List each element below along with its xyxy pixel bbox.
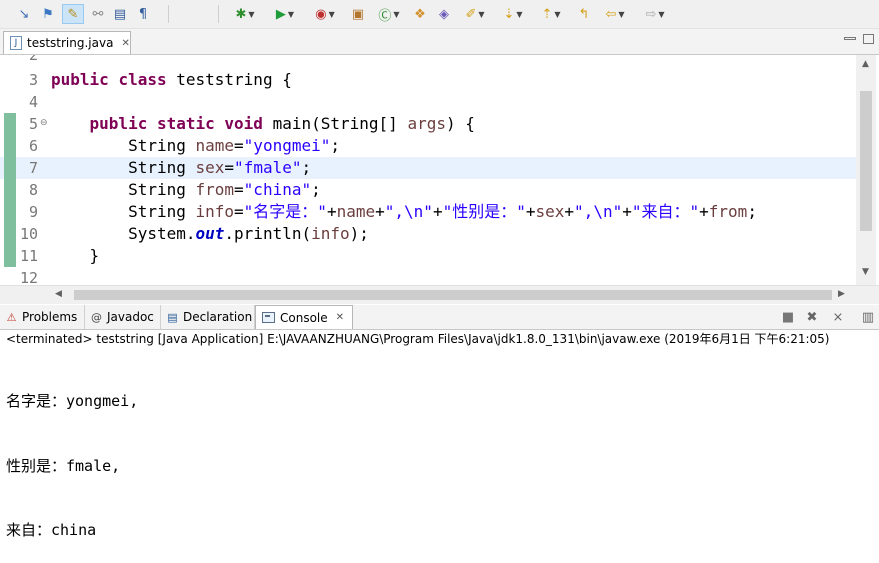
tab-label: Javadoc: [107, 310, 154, 324]
change-ruler: [4, 135, 16, 157]
change-ruler: [4, 201, 16, 223]
line-number: 10: [19, 225, 38, 243]
line-number: 6: [28, 137, 38, 155]
vertical-scrollbar[interactable]: ▲ ▼: [856, 55, 876, 285]
line-number: 11: [19, 247, 38, 265]
highlight-icon[interactable]: ✎: [62, 4, 84, 24]
scroll-right-icon[interactable]: ▶: [838, 289, 845, 299]
tab-problems[interactable]: ⚠ Problems: [0, 305, 85, 329]
code-text: String info="名字是："+name+",\n"+"性别是："+sex…: [51, 202, 757, 221]
tab-javadoc[interactable]: @ Javadoc: [85, 305, 161, 329]
bottom-view-tabbar: ⚠ Problems @ Javadoc ▤ Declaration Conso…: [0, 305, 879, 330]
tab-label: Problems: [22, 310, 78, 324]
code-text: public static void main(String[] args) {: [89, 114, 475, 133]
code-text: }: [51, 246, 100, 265]
change-ruler: [4, 223, 16, 245]
line-number: 8: [28, 181, 38, 199]
code-text: String from="china";: [51, 180, 321, 199]
code-line: 12: [0, 267, 856, 285]
debug-icon[interactable]: ✱ ▼: [228, 4, 262, 24]
console-status-line: <terminated> teststring [Java Applicatio…: [6, 332, 830, 346]
code-line: 6 String name="yongmei";: [0, 135, 856, 157]
horizontal-scrollbar[interactable]: ◀ ▶: [0, 285, 879, 304]
previous-annotation-icon[interactable]: ⇡ ▼: [534, 4, 568, 24]
new-java-project-icon[interactable]: ▣: [348, 4, 368, 24]
close-icon[interactable]: ✕: [336, 312, 344, 323]
toggle-breakpoint-icon[interactable]: ⚑: [38, 4, 58, 24]
code-text: public class teststring {: [51, 70, 292, 89]
scroll-up-icon[interactable]: ▲: [862, 59, 869, 69]
console-line: 性别是：fmale,: [6, 456, 121, 475]
code-line: 3 public class teststring {: [0, 69, 856, 91]
java-file-icon: J: [10, 36, 22, 50]
coverage-icon[interactable]: ◉ ▼: [306, 4, 344, 24]
scroll-down-icon[interactable]: ▼: [862, 267, 869, 277]
code-editor[interactable]: 2 3 public class teststring { 4 5 ⊖ publ…: [0, 55, 856, 285]
link-icon[interactable]: ⚯: [88, 4, 108, 24]
code-line: 11 }: [0, 245, 856, 267]
remove-launch-icon[interactable]: ✖: [802, 308, 822, 326]
editor-tab-teststring[interactable]: J teststring.java ✕: [3, 31, 131, 54]
main-toolbar: ↘ ⚑ ✎ ⚯ ▤ ¶ ✱ ▼ ▶ ▼ ◉ ▼ ▣ Ⓒ ▼ ❖ ◈ ✐ ▼ ⇣ ▼ ⇡ ▼ ↰…: [0, 0, 879, 29]
tab-label: Console: [280, 310, 328, 325]
current-line: 7 String sex="fmale";: [0, 157, 856, 179]
clear-console-icon[interactable]: ▥: [858, 308, 878, 326]
editor-tabbar: J teststring.java ✕: [0, 29, 879, 55]
console-output[interactable]: 名字是：yongmei, 性别是：fmale, 来自：china: [6, 348, 138, 563]
line-number: 9: [28, 203, 38, 221]
next-annotation-icon[interactable]: ⇣ ▼: [496, 4, 530, 24]
declaration-icon: ▤: [167, 310, 178, 324]
line-number: 12: [19, 269, 38, 285]
terminate-icon[interactable]: ■: [778, 308, 798, 326]
block-selection-icon[interactable]: ▤: [110, 4, 130, 24]
run-icon[interactable]: ▶ ▼: [268, 4, 302, 24]
new-class-icon[interactable]: Ⓒ ▼: [372, 4, 406, 24]
line-number: 4: [28, 93, 38, 111]
minimize-icon[interactable]: [844, 37, 856, 40]
console-line: 名字是：yongmei,: [6, 392, 139, 410]
line-number: 3: [28, 71, 38, 89]
code-line: 9 String info="名字是："+name+",\n"+"性别是："+s…: [0, 201, 856, 223]
line-number: 5: [28, 115, 38, 133]
tab-console[interactable]: Console ✕: [255, 305, 353, 329]
code-line: 5 ⊖ public static void main(String[] arg…: [0, 113, 856, 135]
editor-tab-label: teststring.java: [27, 36, 114, 50]
code-line: 4: [0, 91, 856, 113]
search-icon[interactable]: ✐ ▼: [456, 4, 494, 24]
javadoc-icon: @: [91, 310, 102, 324]
last-edit-icon[interactable]: ↰: [574, 4, 594, 24]
forward-icon[interactable]: ⇨ ▼: [638, 4, 672, 24]
problems-icon: ⚠: [6, 310, 17, 324]
change-ruler: [4, 245, 16, 267]
close-icon[interactable]: ✕: [121, 38, 129, 49]
skip-breakpoints-icon[interactable]: ↘: [14, 4, 34, 24]
code-text: String name="yongmei";: [51, 136, 341, 155]
tab-label: Declaration: [183, 310, 253, 324]
back-icon[interactable]: ⇦ ▼: [598, 4, 632, 24]
scroll-left-icon[interactable]: ◀: [55, 289, 62, 299]
code-line: 2: [0, 55, 856, 66]
code-text: String sex="fmale";: [51, 158, 312, 177]
code-line: 8 String from="china";: [0, 179, 856, 201]
fold-collapse-icon[interactable]: ⊖: [40, 118, 48, 128]
maximize-icon[interactable]: [863, 34, 874, 44]
vertical-scroll-thumb[interactable]: [860, 91, 872, 231]
console-line: 来自：china: [6, 521, 97, 539]
show-whitespace-icon[interactable]: ¶: [133, 4, 153, 24]
horizontal-scroll-thumb[interactable]: [74, 290, 832, 300]
tab-declaration[interactable]: ▤ Declaration: [161, 305, 255, 329]
code-text: System.out.println(info);: [51, 224, 369, 243]
remove-all-terminated-icon[interactable]: ⨯: [828, 308, 848, 326]
change-ruler: [4, 179, 16, 201]
console-icon: [262, 312, 275, 323]
open-type-icon[interactable]: ❖: [410, 4, 430, 24]
change-ruler: [4, 113, 16, 135]
code-line: 10 System.out.println(info);: [0, 223, 856, 245]
line-number: 7: [28, 159, 38, 177]
change-ruler: [4, 157, 16, 179]
open-task-icon[interactable]: ◈: [434, 4, 454, 24]
line-number: 2: [28, 55, 38, 64]
